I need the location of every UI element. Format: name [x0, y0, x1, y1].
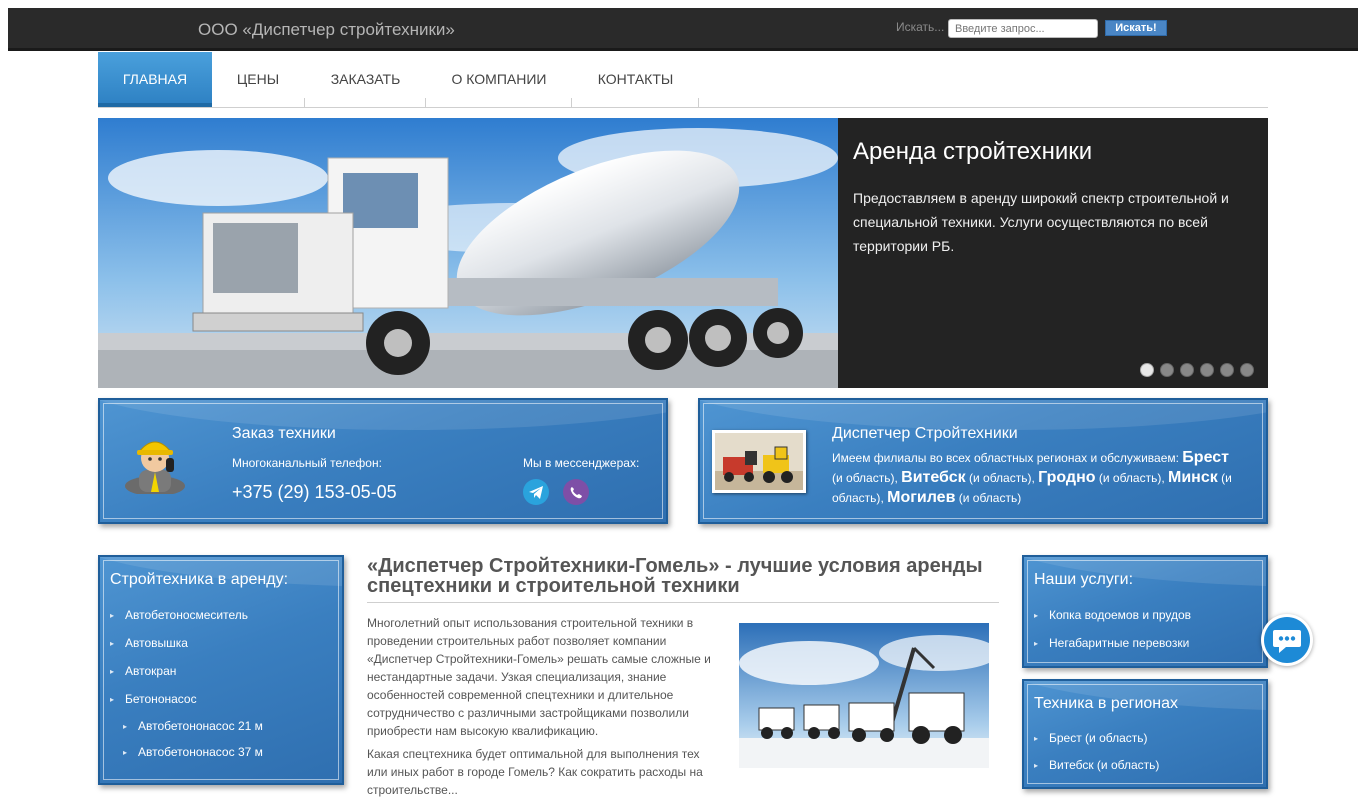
slide-image-concrete-mixer-truck[interactable] — [98, 118, 838, 388]
dispatcher-title: Диспетчер Стройтехники — [832, 425, 1018, 442]
article-paragraph: Какая спецтехника будет оптимальной для … — [367, 747, 703, 797]
top-bar: ООО «Диспетчер стройтехники» Искать... И… — [8, 8, 1358, 51]
slider-dot[interactable] — [1140, 363, 1154, 377]
chat-bubble-icon — [1264, 617, 1310, 663]
hero-slider: Аренда стройтехники Предоставляем в арен… — [98, 118, 1268, 388]
slide-text: Предоставляем в аренду широкий спектр ст… — [853, 190, 1229, 254]
rental-sidebar-title: Стройтехника в аренду: — [110, 571, 289, 588]
slider-dot[interactable] — [1160, 363, 1174, 377]
dispatcher-panel: Диспетчер Стройтехники Имеем филиалы во … — [698, 398, 1268, 524]
nav-item-home[interactable]: ГЛАВНАЯ — [98, 52, 212, 107]
order-title: Заказ техники — [232, 425, 336, 442]
nav-item-contacts[interactable]: КОНТАКТЫ — [572, 52, 699, 107]
search-button[interactable]: Искать! — [1105, 20, 1167, 36]
region-suffix: (и область) — [1098, 471, 1162, 485]
article-title: «Диспетчер Стройтехники-Гомель» - лучшие… — [367, 555, 983, 597]
messengers-label: Мы в мессенджерах: — [523, 456, 640, 470]
main-nav: ГЛАВНАЯ ЦЕНЫ ЗАКАЗАТЬ О КОМПАНИИ КОНТАКТ… — [98, 52, 1268, 108]
region-suffix: (и область) — [968, 471, 1032, 485]
city-brest: Брест — [1182, 449, 1229, 466]
city-minsk: Минск — [1168, 469, 1218, 486]
services-sidebar: Наши услуги: ▸ Копка водоемов и прудов ▸ Н… — [1022, 555, 1268, 668]
nav-item-about[interactable]: О КОМПАНИИ — [426, 52, 572, 107]
chat-button[interactable] — [1261, 614, 1313, 666]
article-image-machinery-fleet — [739, 623, 989, 768]
slider-dot[interactable] — [1180, 363, 1194, 377]
nav-item-order[interactable]: ЗАКАЗАТЬ — [305, 52, 426, 107]
search-input[interactable] — [948, 19, 1098, 38]
city-mogilev: Могилев — [887, 489, 956, 506]
nav-separator — [698, 98, 699, 108]
slide-title: Аренда стройтехники — [853, 138, 1093, 165]
telegram-icon[interactable] — [523, 479, 549, 505]
article-divider — [367, 602, 999, 603]
article-paragraph: Многолетний опыт использования строитель… — [367, 616, 711, 738]
city-vitebsk: Витебск — [901, 469, 966, 486]
phone-label: Многоканальный телефон: — [232, 456, 382, 470]
order-panel: Заказ техники Многоканальный телефон: +3… — [98, 398, 668, 524]
regions-sidebar-title: Техника в регионах — [1034, 695, 1179, 712]
site-name[interactable]: ООО «Диспетчер стройтехники» — [198, 20, 455, 40]
city-grodno: Гродно — [1038, 469, 1096, 486]
construction-machinery-thumbnail[interactable] — [712, 430, 806, 493]
regions-sidebar: Техника в регионах ▸ Брест (и область) ▸ В… — [1022, 679, 1268, 789]
search-label: Искать... — [896, 20, 945, 34]
nav-item-prices[interactable]: ЦЕНЫ — [212, 52, 304, 107]
phone-number[interactable]: +375 (29) 153-05-05 — [232, 482, 397, 503]
dispatcher-intro: Имеем филиалы во всех областных регионах… — [832, 451, 1179, 465]
slider-dot[interactable] — [1220, 363, 1234, 377]
region-suffix: (и область) — [832, 471, 895, 485]
services-sidebar-title: Наши услуги: — [1034, 571, 1134, 588]
slider-dot[interactable] — [1200, 363, 1214, 377]
builder-avatar-icon — [122, 428, 188, 496]
region-suffix: (и область) — [958, 491, 1022, 505]
slider-dot[interactable] — [1240, 363, 1254, 377]
rental-sidebar: Стройтехника в аренду: ▸ Автобетоносмесит… — [98, 555, 344, 785]
dispatcher-text: Имеем филиалы во всех областных регионах… — [832, 449, 1232, 506]
viber-icon[interactable] — [563, 479, 589, 505]
